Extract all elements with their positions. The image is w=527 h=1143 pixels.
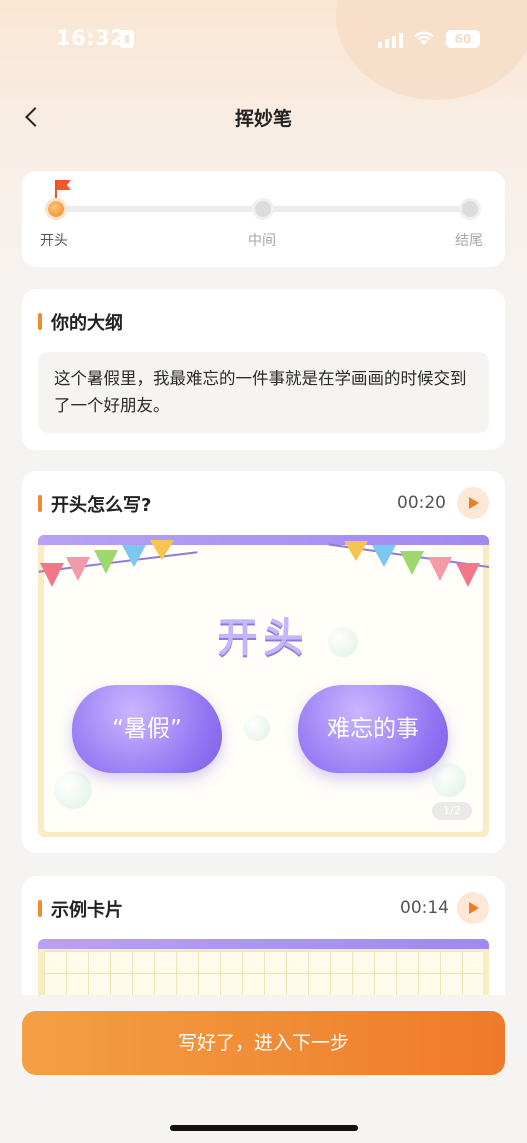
outline-text: 这个暑假里，我最难忘的一件事就是在学画画的时候交到了一个好朋友。 xyxy=(38,352,489,433)
home-indicator xyxy=(170,1125,358,1131)
step-label-end: 结尾 xyxy=(455,233,483,249)
example-slide[interactable] xyxy=(38,939,489,999)
status-time: 16:32 xyxy=(56,26,126,50)
pennant xyxy=(372,545,396,567)
outline-title: 你的大纲 xyxy=(38,309,123,335)
howto-slide[interactable]: 开头 “暑假” 难忘的事 1/2 xyxy=(38,535,489,837)
pennant xyxy=(456,563,480,587)
pennant xyxy=(40,563,64,587)
wifi-icon xyxy=(414,31,434,45)
page-title: 挥妙笔 xyxy=(234,108,292,130)
decorative-bubble xyxy=(54,771,92,809)
pennant xyxy=(66,557,90,581)
pennant xyxy=(150,540,174,560)
slide-top-bar xyxy=(38,939,489,949)
example-play-button[interactable] xyxy=(457,892,489,924)
howto-card: 开头怎么写? 00:20 开头 “暑假” 难忘的事 1/2 xyxy=(22,471,505,853)
howto-play-button[interactable] xyxy=(457,487,489,519)
signal-icon xyxy=(378,33,403,48)
step-dot-end[interactable] xyxy=(459,198,481,220)
next-step-button[interactable]: 写好了，进入下一步 xyxy=(22,1011,505,1075)
flag-icon xyxy=(55,180,71,198)
pennant xyxy=(94,550,118,574)
writing-grid xyxy=(44,951,483,999)
keyword-bubble-right: 难忘的事 xyxy=(298,667,448,773)
decorative-bubble xyxy=(328,627,358,657)
step-label-middle: 中间 xyxy=(248,233,276,249)
pennant xyxy=(122,545,146,567)
step-dot-middle[interactable] xyxy=(252,198,274,220)
slide-pager: 1/2 xyxy=(432,802,472,820)
slide-heading: 开头 xyxy=(217,615,310,661)
step-label-start: 开头 xyxy=(40,233,68,249)
pennant xyxy=(344,541,368,561)
keyword-bubble-left: “暑假” xyxy=(72,667,222,773)
pennant xyxy=(428,557,452,581)
howto-duration: 00:20 xyxy=(397,493,446,513)
example-title: 示例卡片 xyxy=(38,896,123,922)
progress-card: 开头 中间 结尾 xyxy=(22,171,505,267)
battery-icon: 60 xyxy=(446,30,480,48)
slide-top-bar xyxy=(38,535,489,545)
decorative-bubble xyxy=(432,763,466,797)
howto-title: 开头怎么写? xyxy=(38,491,151,517)
outline-card: 你的大纲 这个暑假里，我最难忘的一件事就是在学画画的时候交到了一个好朋友。 xyxy=(22,289,505,450)
pennant xyxy=(400,551,424,575)
step-dot-start[interactable] xyxy=(45,198,67,220)
decorative-bubble xyxy=(244,715,270,741)
sim-icon xyxy=(120,30,134,48)
status-bar: 16:32 60 xyxy=(0,0,527,80)
example-duration: 00:14 xyxy=(400,898,449,918)
